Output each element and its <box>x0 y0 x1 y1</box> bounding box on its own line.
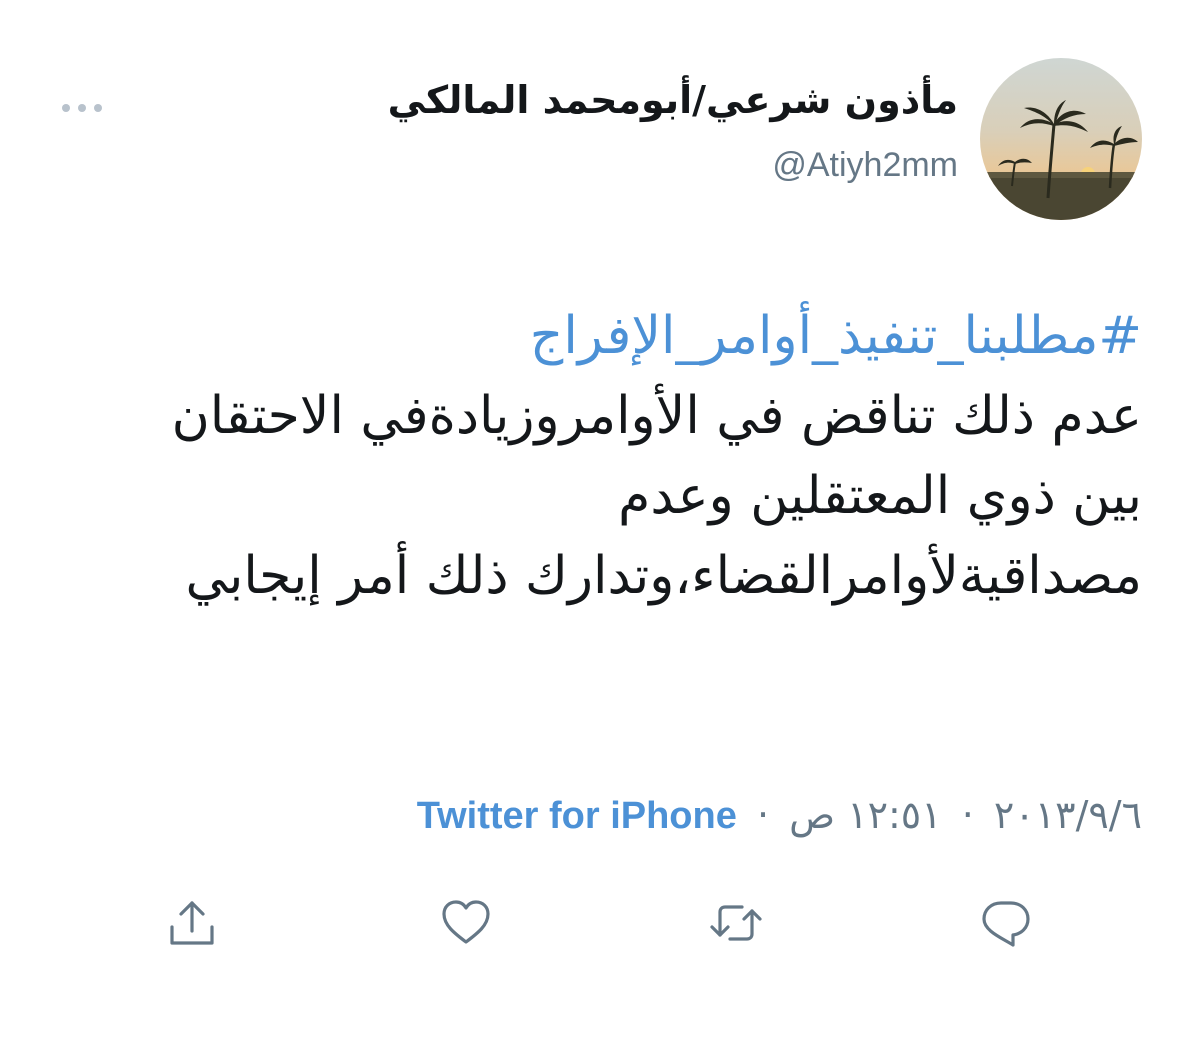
tweet-text: عدم ذلك تناقض في الأوامروزيادةفي الاحتقا… <box>171 386 1142 606</box>
tweet-time: ١٢:٥١ ص <box>789 793 942 837</box>
share-icon <box>170 901 214 945</box>
retweet-icon <box>710 905 762 941</box>
more-dot <box>94 104 102 112</box>
retweet-button[interactable] <box>706 893 766 953</box>
share-button[interactable] <box>162 893 222 953</box>
tweet-hashtag[interactable]: #مطلبنا_تنفيذ_أوامر_الإفراج <box>122 296 1142 376</box>
meta-separator: · <box>756 793 770 837</box>
more-dot <box>78 104 86 112</box>
author-display-name[interactable]: مأذون شرعي/أبومحمد المالكي <box>388 78 958 124</box>
more-dot <box>62 104 70 112</box>
tweet-source-link[interactable]: Twitter for iPhone <box>417 795 737 837</box>
author-handle[interactable]: @Atiyh2mm <box>772 145 958 186</box>
tweet-date: ٢٠١٣/٩/٦ <box>993 793 1142 837</box>
more-dots-icon[interactable] <box>58 93 106 123</box>
tweet-meta: ٢٠١٣/٩/٦ · ١٢:٥١ ص · Twitter for iPhone <box>417 793 1142 840</box>
meta-separator: · <box>961 793 974 837</box>
tweet-body: #مطلبنا_تنفيذ_أوامر_الإفراج عدم ذلك تناق… <box>122 296 1142 616</box>
reply-icon <box>982 901 1030 947</box>
like-button[interactable] <box>436 893 496 953</box>
reply-button[interactable] <box>976 893 1036 953</box>
avatar[interactable] <box>980 58 1142 220</box>
heart-icon <box>442 900 490 944</box>
